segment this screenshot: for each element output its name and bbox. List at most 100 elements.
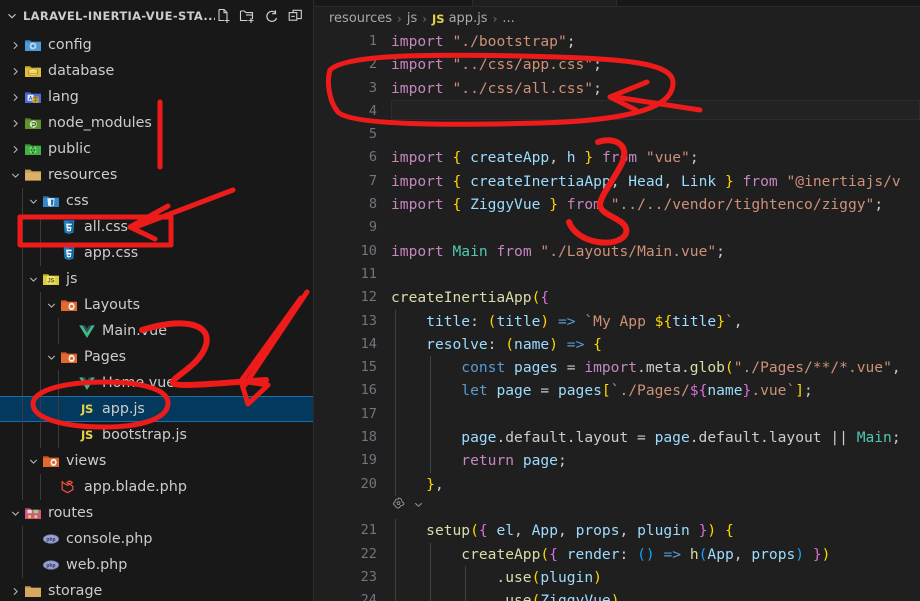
chevron-down-icon[interactable] bbox=[26, 448, 41, 474]
folder-node-icon bbox=[23, 113, 43, 133]
chevron-right-icon[interactable] bbox=[8, 578, 23, 601]
tree-item-home-vue[interactable]: Home.vue bbox=[0, 370, 313, 396]
tab-active[interactable] bbox=[473, 0, 617, 7]
tree-item-bootstrap-js[interactable]: JS bootstrap.js bbox=[0, 422, 313, 448]
chevron-down-icon[interactable] bbox=[8, 162, 23, 188]
line-number: 13 bbox=[360, 312, 377, 329]
tree-item-lang[interactable]: A 字 lang bbox=[0, 84, 313, 110]
tab-inactive[interactable] bbox=[315, 0, 473, 7]
code-line[interactable]: 9 bbox=[315, 216, 920, 239]
tree-item-storage[interactable]: storage bbox=[0, 578, 313, 601]
code-text: import { ZiggyVue } from "../../vendor/t… bbox=[391, 196, 884, 214]
tree-item-all-css[interactable]: all.css bbox=[0, 214, 313, 240]
code-content[interactable]: 1 import "./bootstrap"; 2 import "../css/ap… bbox=[315, 30, 920, 601]
indent-guide bbox=[40, 292, 41, 318]
chevron-right-icon[interactable] bbox=[8, 136, 23, 162]
breadcrumb-segment[interactable]: resources bbox=[329, 11, 392, 26]
code-line[interactable]: 2 import "../css/app.css"; bbox=[315, 53, 920, 76]
code-line[interactable]: 10 import Main from "./Layouts/Main.vue"; bbox=[315, 240, 920, 263]
tree-item-main-vue[interactable]: Main.vue bbox=[0, 318, 313, 344]
tree-item-pages[interactable]: Pages bbox=[0, 344, 313, 370]
chevron-down-icon[interactable] bbox=[8, 500, 23, 526]
tree-item-label: routes bbox=[48, 505, 94, 521]
chevron-right-icon[interactable] bbox=[8, 110, 23, 136]
collapse-all-icon[interactable] bbox=[287, 8, 304, 25]
code-line[interactable]: 13 title: (title) => `My App ${title}`, bbox=[315, 309, 920, 333]
tree-item-layouts[interactable]: Layouts bbox=[0, 292, 313, 318]
chevron-right-icon[interactable] bbox=[8, 58, 23, 84]
code-line[interactable] bbox=[315, 496, 920, 519]
breadcrumb-separator: › bbox=[397, 11, 402, 26]
chevron-right-icon[interactable] bbox=[8, 84, 23, 110]
code-line[interactable]: 22 createApp({ render: () => h(App, prop… bbox=[315, 542, 920, 566]
code-line[interactable]: 6 import { createApp, h } from "vue"; bbox=[315, 146, 920, 169]
code-line[interactable]: 16 let page = pages[`./Pages/${name}.vue… bbox=[315, 379, 920, 403]
code-line[interactable]: 4 bbox=[315, 99, 920, 123]
code-line[interactable]: 15 const pages = import.meta.glob("./Pag… bbox=[315, 356, 920, 380]
line-number: 23 bbox=[360, 568, 377, 585]
tree-item-database[interactable]: database bbox=[0, 58, 313, 84]
tree-item-app-js[interactable]: JS app.js bbox=[0, 396, 313, 423]
file-tree[interactable]: config database A 字 lang node_modules public re… bbox=[0, 32, 313, 601]
line-number: 3 bbox=[368, 79, 377, 96]
new-file-icon[interactable] bbox=[215, 8, 232, 25]
chevron-down-icon[interactable] bbox=[412, 495, 425, 518]
tree-item-public[interactable]: public bbox=[0, 136, 313, 162]
tree-item-views[interactable]: views bbox=[0, 448, 313, 474]
code-line[interactable]: 5 bbox=[315, 123, 920, 146]
tree-item-app-blade-php[interactable]: app.blade.php bbox=[0, 474, 313, 500]
chevron-right-icon[interactable] bbox=[8, 32, 23, 58]
code-lens[interactable] bbox=[391, 496, 425, 518]
tree-item-console-php[interactable]: php console.php bbox=[0, 526, 313, 552]
code-line[interactable]: 18 page.default.layout = page.default.la… bbox=[315, 426, 920, 450]
code-line[interactable]: 20 }, bbox=[315, 472, 920, 496]
tree-item-js[interactable]: JS js bbox=[0, 266, 313, 292]
tree-item-label: js bbox=[66, 271, 78, 287]
breadcrumb[interactable]: resources › js › JS app.js ›... bbox=[315, 7, 920, 30]
tree-item-node-modules[interactable]: node_modules bbox=[0, 110, 313, 136]
folder-lang-icon: A字 bbox=[23, 87, 43, 107]
editor-tab-strip[interactable] bbox=[315, 0, 920, 7]
code-line[interactable]: 8 import { ZiggyVue } from "../../vendor/… bbox=[315, 193, 920, 216]
breadcrumb-segment[interactable]: ... bbox=[502, 11, 514, 26]
tree-item-css[interactable]: css bbox=[0, 188, 313, 214]
tree-item-resources[interactable]: resources bbox=[0, 162, 313, 188]
tree-item-label: app.css bbox=[84, 245, 139, 261]
tree-item-config[interactable]: config bbox=[0, 32, 313, 58]
indent-guide bbox=[22, 240, 23, 266]
code-line[interactable]: 21 setup({ el, App, props, plugin }) { bbox=[315, 519, 920, 543]
tree-item-app-css[interactable]: app.css bbox=[0, 240, 313, 266]
line-number: 4 bbox=[368, 102, 377, 119]
code-line[interactable]: 23 .use(plugin) bbox=[315, 565, 920, 590]
sparkle-icon[interactable] bbox=[391, 495, 406, 518]
tree-item-label: Home.vue bbox=[102, 375, 176, 391]
code-text: const pages = import.meta.glob("./Pages/… bbox=[461, 359, 901, 377]
code-line[interactable]: 17 bbox=[315, 402, 920, 427]
folder-routes-icon bbox=[23, 503, 43, 523]
new-folder-icon[interactable] bbox=[239, 8, 256, 25]
chevron-down-icon[interactable] bbox=[4, 8, 20, 24]
refresh-icon[interactable] bbox=[263, 8, 280, 25]
chevron-down-icon[interactable] bbox=[44, 292, 59, 318]
breadcrumb-segment[interactable]: js bbox=[407, 11, 417, 26]
code-line[interactable]: 19 return page; bbox=[315, 449, 920, 473]
tree-item-web-php[interactable]: php web.php bbox=[0, 552, 313, 578]
vue-file-icon bbox=[77, 321, 97, 341]
folder-vue-icon bbox=[59, 347, 79, 367]
code-line[interactable]: 1 import "./bootstrap"; bbox=[315, 30, 920, 53]
indent-guide bbox=[22, 292, 23, 318]
chevron-down-icon[interactable] bbox=[26, 188, 41, 214]
chevron-down-icon[interactable] bbox=[26, 266, 41, 292]
breadcrumb-segment[interactable]: app.js bbox=[449, 11, 488, 26]
tree-item-routes[interactable]: routes bbox=[0, 500, 313, 526]
code-line[interactable]: 14 resolve: (name) => { bbox=[315, 332, 920, 357]
indent-guide bbox=[58, 397, 59, 423]
code-line[interactable]: 11 bbox=[315, 263, 920, 286]
code-line[interactable]: 3 import "../css/all.css"; bbox=[315, 77, 920, 100]
code-line[interactable]: 7 import { createInertiaApp, Head, Link }… bbox=[315, 170, 920, 193]
line-number: 11 bbox=[360, 265, 377, 282]
chevron-down-icon[interactable] bbox=[44, 344, 59, 370]
code-line[interactable]: 12 createInertiaApp({ bbox=[315, 286, 920, 309]
code-line[interactable]: 24 .use(ZiggyVue) bbox=[315, 589, 920, 601]
